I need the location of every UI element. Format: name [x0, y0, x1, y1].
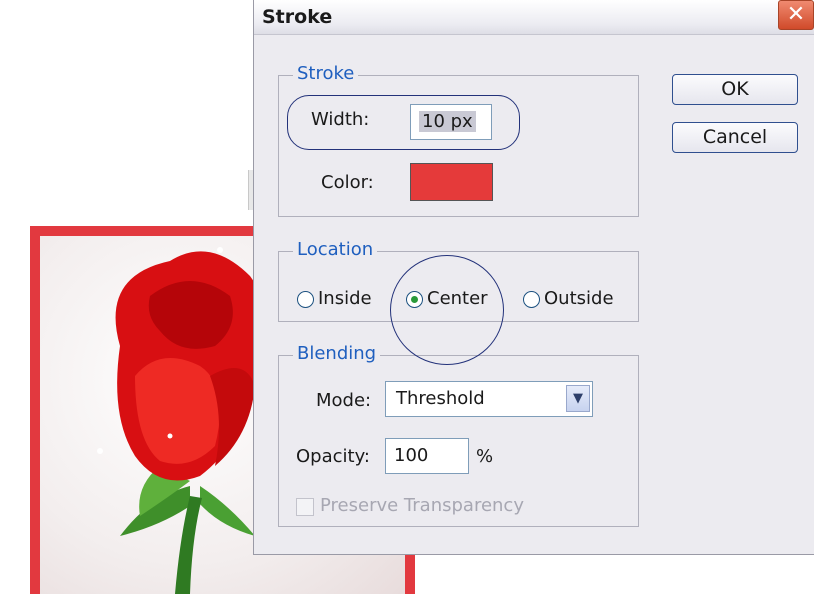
center-highlight-annotation — [390, 255, 504, 365]
width-highlight-annotation — [287, 95, 520, 150]
opacity-input[interactable]: 100 — [385, 438, 469, 474]
mode-select[interactable]: Threshold ▼ — [385, 381, 593, 417]
stroke-color-swatch[interactable] — [410, 163, 493, 201]
location-outside-label[interactable]: Outside — [544, 288, 614, 309]
dialog-title: Stroke — [262, 6, 333, 28]
location-inside-radio[interactable] — [297, 291, 314, 308]
blending-group-legend: Blending — [293, 343, 381, 364]
location-outside-radio[interactable] — [523, 291, 540, 308]
close-button[interactable]: ✕ — [778, 0, 814, 30]
opacity-label: Opacity: — [296, 446, 370, 467]
cancel-button[interactable]: Cancel — [672, 122, 798, 153]
mode-label: Mode: — [316, 390, 372, 411]
location-group-legend: Location — [293, 239, 378, 260]
opacity-unit: % — [476, 446, 494, 467]
preserve-transparency-checkbox[interactable] — [296, 498, 314, 516]
opacity-value: 100 — [394, 445, 429, 466]
dropdown-arrow-icon[interactable]: ▼ — [566, 385, 590, 412]
color-label: Color: — [321, 172, 374, 193]
stroke-dialog: Stroke ✕ Stroke Width: 10 px Color: Loca… — [253, 0, 814, 555]
ok-button[interactable]: OK — [672, 74, 798, 105]
preserve-transparency-label: Preserve Transparency — [320, 495, 524, 516]
mode-value: Threshold — [396, 388, 485, 409]
close-icon: ✕ — [786, 2, 806, 27]
location-inside-label[interactable]: Inside — [318, 288, 372, 309]
blending-group: Blending Mode: Threshold ▼ Opacity: 100 … — [278, 343, 639, 527]
stroke-group-legend: Stroke — [293, 63, 359, 84]
dialog-titlebar[interactable]: Stroke ✕ — [254, 0, 814, 35]
